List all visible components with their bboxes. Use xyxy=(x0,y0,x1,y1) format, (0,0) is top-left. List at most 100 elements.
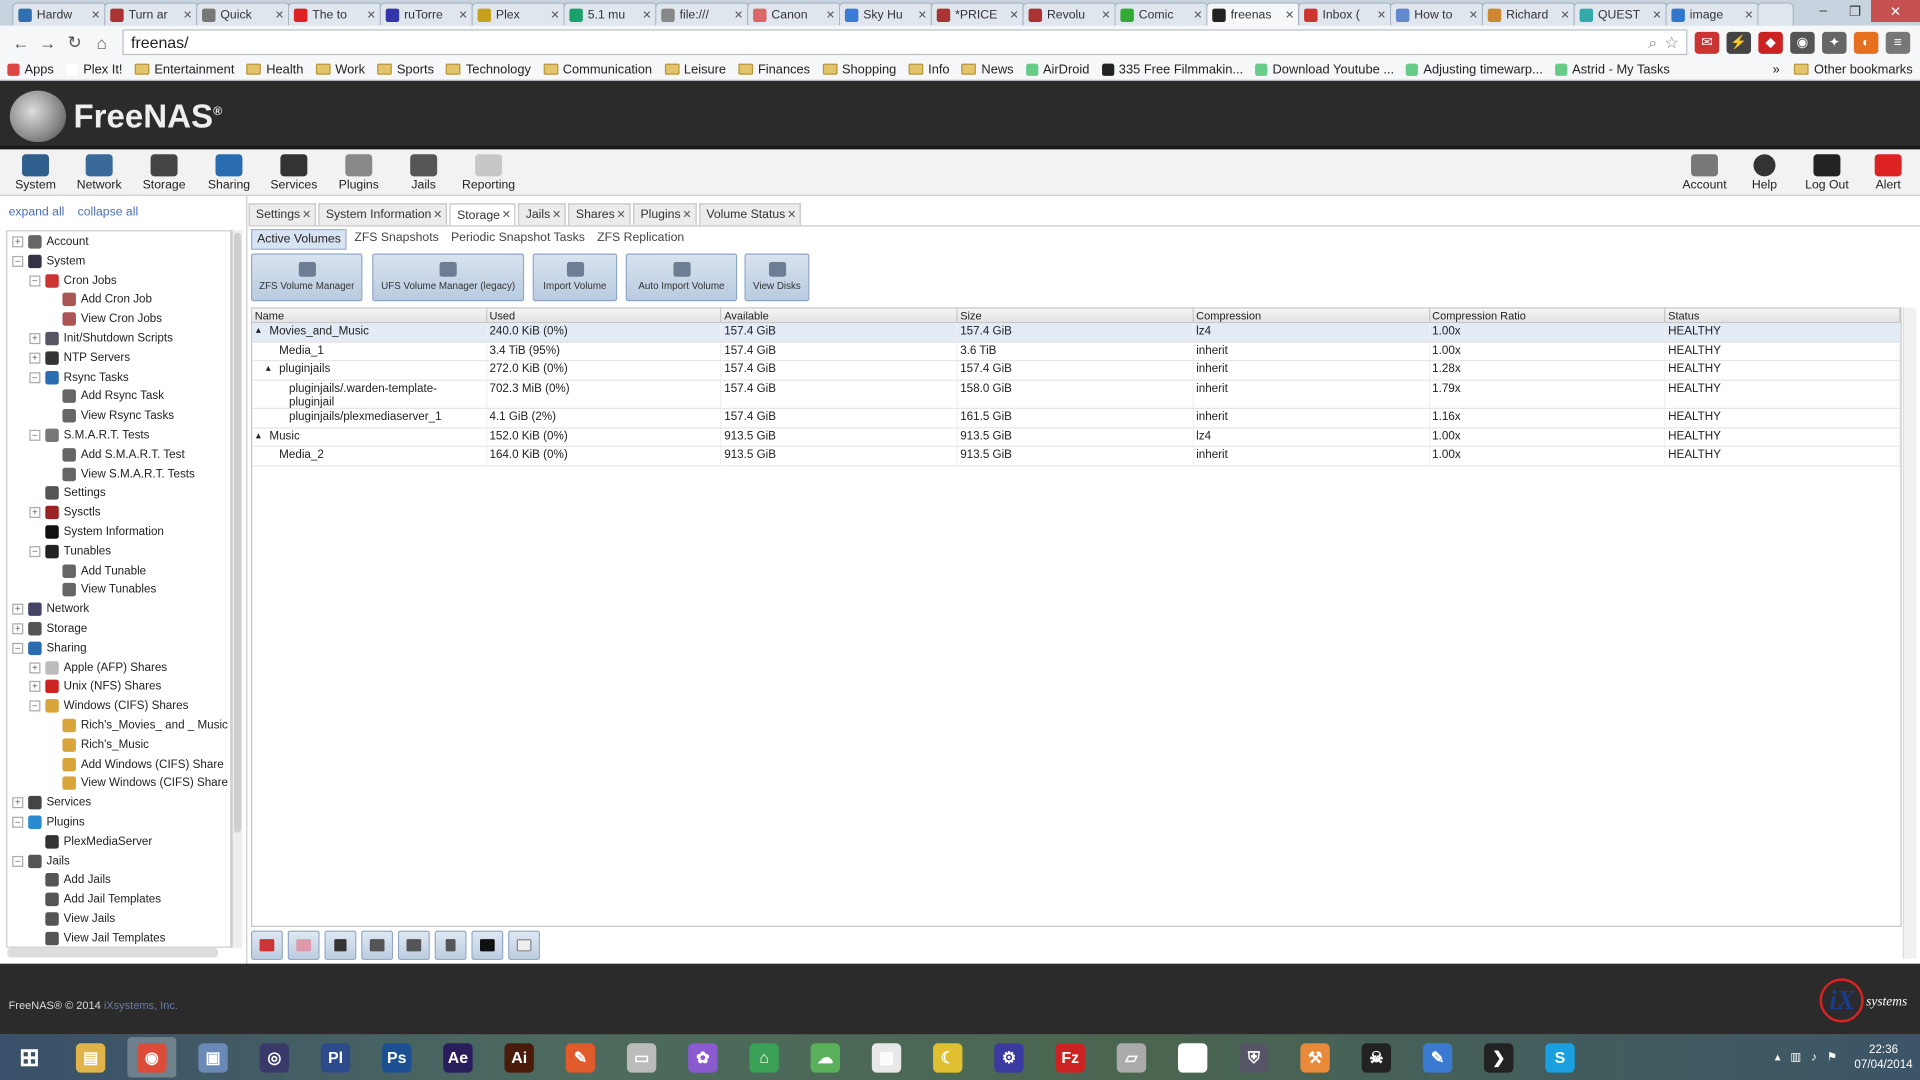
toolbar-network[interactable]: Network xyxy=(69,154,130,192)
tree-item-system[interactable]: − System xyxy=(12,252,85,270)
create-snapshot-button[interactable] xyxy=(471,930,504,961)
expand-arrow-icon[interactable]: ▴ xyxy=(256,429,266,444)
collapse-toggle-icon[interactable]: − xyxy=(29,275,41,287)
tab-close-icon[interactable]: ✕ xyxy=(367,8,376,21)
taskbar-photoshop[interactable]: Ps xyxy=(372,1037,421,1077)
tab-close-icon[interactable]: ✕ xyxy=(183,8,192,21)
browser-tab[interactable]: ruTorre ✕ xyxy=(379,2,474,26)
lightning-extension-icon[interactable]: ⚡ xyxy=(1726,31,1752,54)
browser-tab[interactable]: *PRICE ✕ xyxy=(930,2,1025,26)
sync-extension-icon[interactable]: ◐ xyxy=(1853,31,1879,54)
browser-tab[interactable]: Quick ✕ xyxy=(195,2,291,26)
browser-tab[interactable]: Hardw ✕ xyxy=(12,2,107,26)
browser-tab[interactable]: freenas ✕ xyxy=(1206,2,1301,26)
browser-tab[interactable]: Turn ar ✕ xyxy=(104,2,199,26)
subtab-zfs-replication[interactable]: ZFS Replication xyxy=(592,229,689,250)
collapse-toggle-icon[interactable]: − xyxy=(12,855,24,867)
collapse-all-link[interactable]: collapse all xyxy=(78,206,139,219)
expand-toggle-icon[interactable]: + xyxy=(12,797,24,809)
zfs-volume-manager-button[interactable]: ZFS Volume Manager xyxy=(251,253,363,302)
tree-item-add-windows-cifs-share[interactable]: Add Windows (CIFS) Share xyxy=(47,755,224,773)
scrub-volume-button[interactable] xyxy=(287,930,320,961)
tree-scrollbar[interactable] xyxy=(231,230,243,948)
tab-close-icon[interactable]: ✕ xyxy=(1193,8,1202,21)
create-zvol-button[interactable] xyxy=(397,930,430,961)
browser-tab[interactable]: Inbox (✕ xyxy=(1297,2,1393,26)
browser-tab[interactable]: The to ✕ xyxy=(287,2,383,26)
bookmark-plex-it[interactable]: Plex It! xyxy=(66,62,123,77)
taskbar-control-panel[interactable]: ▣ xyxy=(189,1037,238,1077)
bookmark-communication[interactable]: Communication xyxy=(543,62,652,77)
expand-toggle-icon[interactable]: + xyxy=(12,623,24,635)
taskbar-tools[interactable]: ⚒ xyxy=(1291,1037,1340,1077)
extension-icon[interactable]: ◉ xyxy=(1790,31,1815,54)
collapse-toggle-icon[interactable]: − xyxy=(12,816,24,828)
tree-item-view-windows-cifs-share[interactable]: View Windows (CIFS) Share xyxy=(47,774,228,792)
tab-close-icon[interactable]: ✕ xyxy=(502,208,511,221)
tab-close-icon[interactable]: ✕ xyxy=(918,8,927,21)
change-permissions-button[interactable] xyxy=(434,930,467,961)
tree-item-rich-s-movies-and-music[interactable]: Rich's_Movies_ and _ Music xyxy=(47,716,228,734)
taskbar-illustrator[interactable]: Ai xyxy=(495,1037,544,1077)
taskbar-scanner[interactable]: ▱ xyxy=(1107,1037,1156,1077)
browser-tab[interactable]: QUEST ✕ xyxy=(1573,2,1668,26)
tab-close-icon[interactable]: ✕ xyxy=(1469,8,1478,21)
taskbar-paint[interactable]: ✎ xyxy=(556,1037,605,1077)
tab-close-icon[interactable]: ✕ xyxy=(642,8,651,21)
collapse-toggle-icon[interactable]: − xyxy=(29,700,41,712)
tab-system-information[interactable]: System Information ✕ xyxy=(318,203,448,226)
tools-extension-icon[interactable]: ✦ xyxy=(1822,31,1847,54)
browser-tab[interactable]: image ✕ xyxy=(1665,2,1760,26)
tree-item-view-jails[interactable]: View Jails xyxy=(29,910,115,928)
tree-item-plugins[interactable]: − Plugins xyxy=(12,813,85,831)
column-header-used[interactable]: Used xyxy=(487,308,722,323)
tab-close-icon[interactable]: ✕ xyxy=(1010,8,1019,21)
expand-toggle-icon[interactable]: + xyxy=(29,352,41,364)
tab-volume-status[interactable]: Volume Status ✕ xyxy=(698,203,802,226)
expand-toggle-icon[interactable]: + xyxy=(29,681,41,693)
toolbar-services[interactable]: Services xyxy=(263,154,324,192)
tree-item-network[interactable]: + Network xyxy=(12,600,89,618)
browser-tab[interactable]: Comic ✕ xyxy=(1114,2,1209,26)
ufs-volume-manager-legacy-button[interactable]: UFS Volume Manager (legacy) xyxy=(372,253,525,302)
tab-close-icon[interactable]: ✕ xyxy=(1285,8,1294,21)
tree-item-sysctls[interactable]: + Sysctls xyxy=(29,503,101,521)
create-dataset-button[interactable] xyxy=(361,930,394,961)
table-row[interactable]: pluginjails/.warden-template-pluginjail 7… xyxy=(252,380,1901,409)
tree-item-account[interactable]: + Account xyxy=(12,233,89,251)
tab-close-icon[interactable]: ✕ xyxy=(682,208,691,221)
expand-all-link[interactable]: expand all xyxy=(9,206,65,219)
tree-item-s-m-a-r-t-tests[interactable]: − S.M.A.R.T. Tests xyxy=(29,426,149,444)
taskbar-file-explorer[interactable]: ▤ xyxy=(66,1037,115,1077)
tree-item-services[interactable]: + Services xyxy=(12,794,91,812)
volume-status-button[interactable] xyxy=(508,930,541,961)
browser-tab[interactable]: Canon ✕ xyxy=(746,2,842,26)
toolbar-plugins[interactable]: Plugins xyxy=(328,154,389,192)
tree-item-windows-cifs-shares[interactable]: − Windows (CIFS) Shares xyxy=(29,697,188,715)
taskbar-shield[interactable]: ⛨ xyxy=(1229,1037,1278,1077)
clock[interactable]: 22:36 07/04/2014 xyxy=(1854,1043,1912,1072)
taskbar-banana[interactable]: ☾ xyxy=(923,1037,972,1077)
column-header-compression-ratio[interactable]: Compression Ratio xyxy=(1430,308,1666,323)
bookmark-leisure[interactable]: Leisure xyxy=(664,62,726,77)
taskbar-prelude[interactable]: Pl xyxy=(311,1037,360,1077)
toolbar-log-out[interactable]: Log Out xyxy=(1796,154,1857,192)
tab-close-icon[interactable]: ✕ xyxy=(552,208,561,221)
collapse-toggle-icon[interactable]: − xyxy=(12,642,24,654)
tab-close-icon[interactable]: ✕ xyxy=(826,8,835,21)
tab-shares[interactable]: Shares ✕ xyxy=(568,203,631,226)
tree-item-cron-jobs[interactable]: − Cron Jobs xyxy=(29,271,117,289)
browser-tab[interactable]: How to ✕ xyxy=(1389,2,1485,26)
subtab-periodic-snapshot-tasks[interactable]: Periodic Snapshot Tasks xyxy=(446,229,590,250)
bookmark-entertainment[interactable]: Entertainment xyxy=(134,62,234,77)
expand-toggle-icon[interactable]: + xyxy=(29,333,41,345)
taskbar-skype[interactable]: S xyxy=(1536,1037,1585,1077)
bookmark-astrid-my-tasks[interactable]: Astrid - My Tasks xyxy=(1555,62,1670,77)
subtab-active-volumes[interactable]: Active Volumes xyxy=(251,228,347,250)
tree-item-view-jail-templates[interactable]: View Jail Templates xyxy=(29,929,165,946)
toolbar-help[interactable]: Help xyxy=(1734,154,1795,192)
toolbar-sharing[interactable]: Sharing xyxy=(198,154,259,192)
tab-close-icon[interactable]: ✕ xyxy=(275,8,284,21)
toolbar-alert[interactable]: Alert xyxy=(1858,154,1919,192)
table-row[interactable]: Media_2 164.0 KiB (0%) 913.5 GiB 913.5 GiB i… xyxy=(252,446,1901,466)
